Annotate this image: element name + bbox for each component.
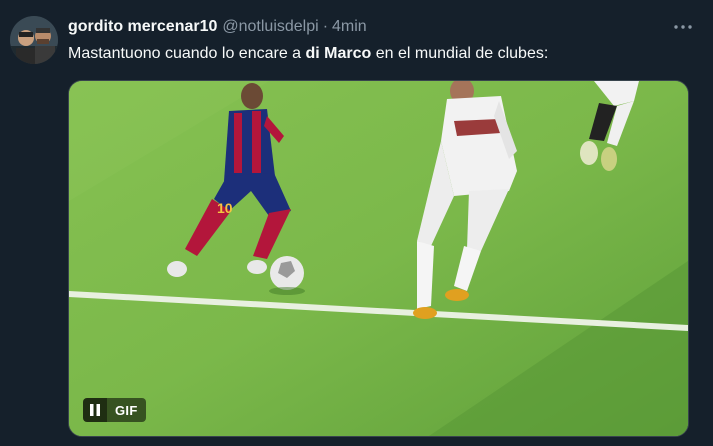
tweet-text-bold: di Marco bbox=[305, 45, 372, 62]
tweet-text-end: en el mundial de clubes: bbox=[371, 45, 549, 62]
author-handle[interactable]: @notluisdelpi bbox=[222, 18, 318, 36]
tweet-card[interactable]: gordito mercenar10 @notluisdelpi · 4min … bbox=[0, 0, 713, 446]
author-name[interactable]: gordito mercenar10 bbox=[68, 18, 217, 36]
player-number: 10 bbox=[217, 200, 233, 216]
more-options-icon bbox=[674, 25, 692, 29]
avatar-image bbox=[10, 16, 58, 64]
pause-button[interactable] bbox=[83, 398, 107, 422]
tweet-text-start: Mastantuono cuando lo encare a bbox=[68, 45, 306, 62]
gif-badge: GIF bbox=[107, 398, 146, 422]
gif-frame: 10 bbox=[69, 81, 688, 436]
gif-media[interactable]: 10 GIF bbox=[68, 80, 689, 437]
separator-dot: · bbox=[322, 18, 329, 35]
more-options-button[interactable] bbox=[671, 16, 695, 38]
tweet-header: gordito mercenar10 @notluisdelpi · 4min bbox=[68, 16, 367, 38]
football bbox=[269, 256, 305, 295]
tweet-text: Mastantuono cuando lo encare a di Marco … bbox=[68, 42, 548, 66]
gif-controls: GIF bbox=[83, 398, 146, 422]
avatar[interactable] bbox=[10, 16, 58, 64]
timestamp[interactable]: 4min bbox=[332, 18, 367, 36]
pause-icon bbox=[90, 404, 100, 416]
